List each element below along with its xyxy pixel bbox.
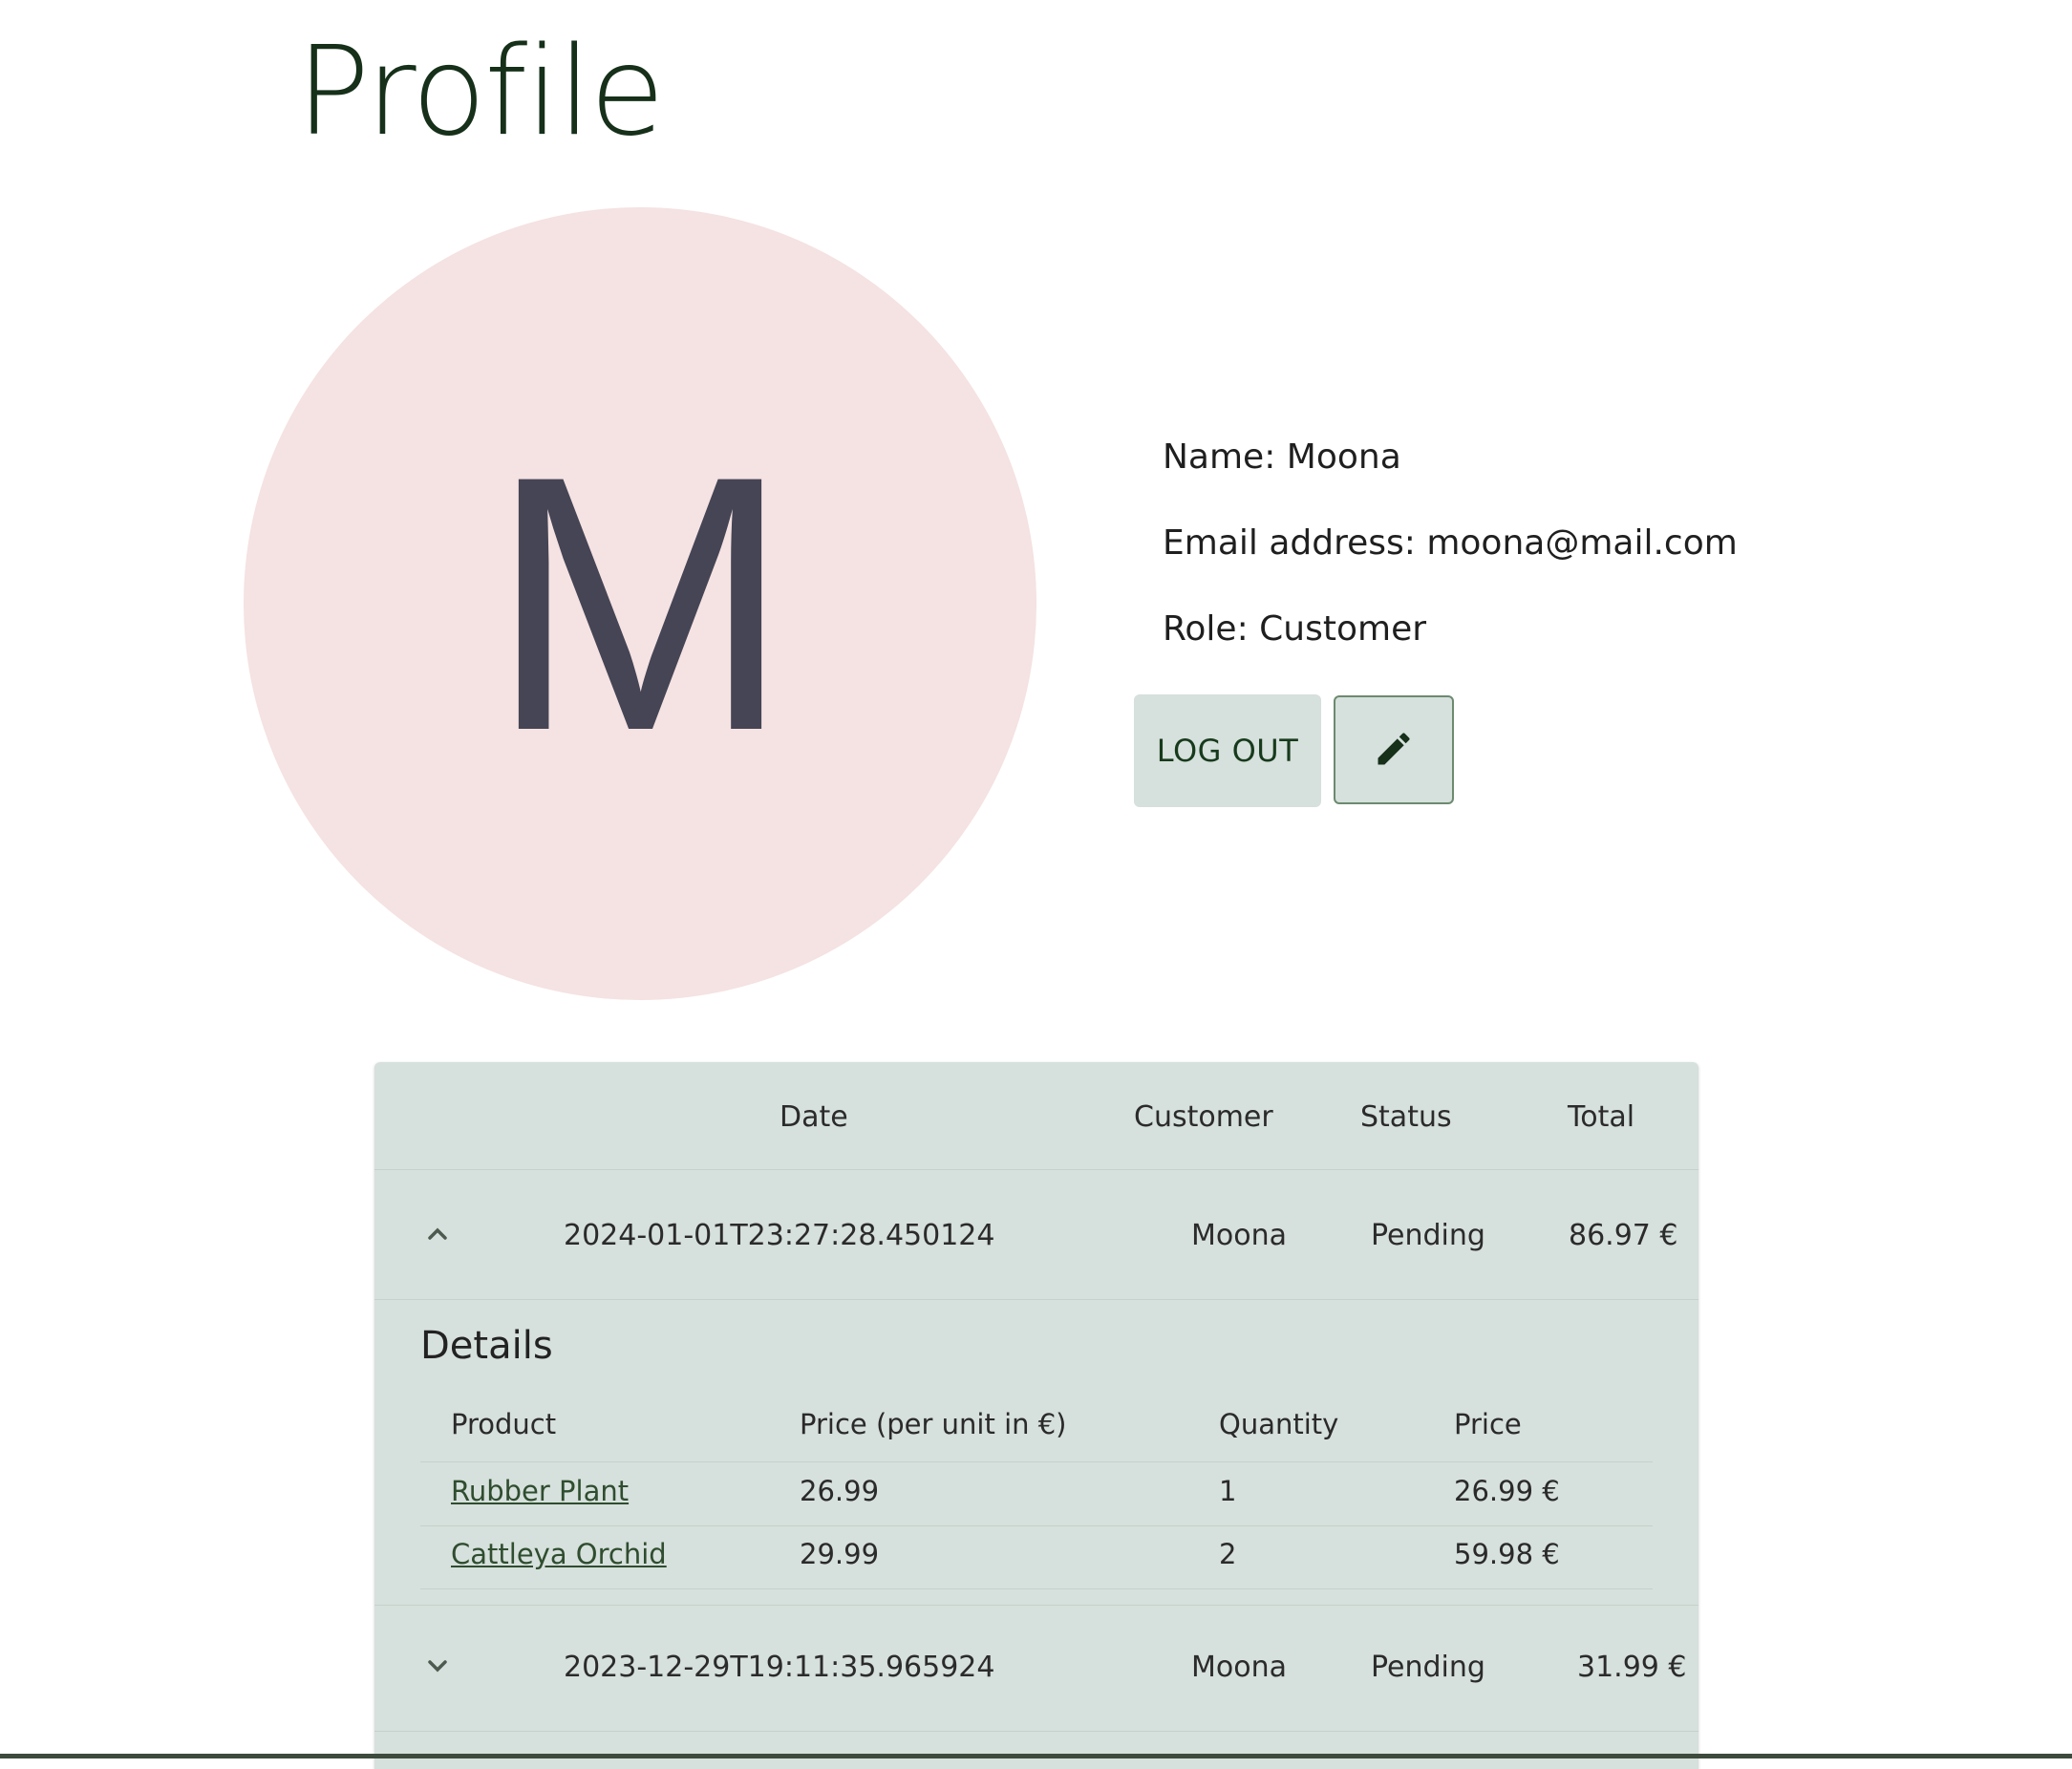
- profile-email: Email address: moona@mail.com: [1163, 523, 1738, 563]
- quantity: 2: [1219, 1538, 1237, 1570]
- window-bottom-edge: [0, 1754, 2072, 1758]
- edit-profile-button[interactable]: [1334, 695, 1454, 804]
- details-header-quantity: Quantity: [1219, 1408, 1339, 1440]
- column-header-date[interactable]: Date: [780, 1100, 848, 1134]
- profile-role: Role: Customer: [1163, 609, 1427, 649]
- quantity: 1: [1219, 1475, 1237, 1507]
- order-total: 31.99 €: [1577, 1651, 1687, 1684]
- column-header-total[interactable]: Total: [1568, 1100, 1634, 1134]
- details-title: Details: [420, 1324, 553, 1368]
- orders-table: Date Customer Status Total 2024-01-01T23…: [374, 1062, 1698, 1769]
- chevron-up-icon[interactable]: [422, 1219, 453, 1249]
- product-link[interactable]: Cattleya Orchid: [451, 1538, 667, 1570]
- pencil-icon: [1373, 728, 1415, 773]
- order-status: Pending: [1371, 1219, 1485, 1252]
- order-customer: Moona: [1191, 1651, 1287, 1684]
- order-total: 86.97 €: [1569, 1219, 1678, 1252]
- profile-name: Name: Moona: [1163, 437, 1401, 477]
- column-header-status[interactable]: Status: [1360, 1100, 1452, 1134]
- page-title: Profile: [296, 21, 665, 163]
- details-header-price: Price: [1454, 1408, 1522, 1440]
- logout-button[interactable]: LOG OUT: [1134, 694, 1321, 807]
- line-price: 26.99 €: [1454, 1475, 1560, 1507]
- order-customer: Moona: [1191, 1219, 1287, 1252]
- product-link[interactable]: Rubber Plant: [451, 1475, 629, 1507]
- order-date: 2023-12-29T19:11:35.965924: [564, 1651, 995, 1684]
- avatar-initial: M: [488, 400, 792, 806]
- unit-price: 26.99: [800, 1475, 880, 1507]
- chevron-down-icon[interactable]: [422, 1651, 453, 1681]
- order-date: 2024-01-01T23:27:28.450124: [564, 1219, 995, 1252]
- column-header-customer[interactable]: Customer: [1134, 1100, 1273, 1134]
- unit-price: 29.99: [800, 1538, 880, 1570]
- avatar: M: [244, 207, 1036, 1000]
- line-price: 59.98 €: [1454, 1538, 1560, 1570]
- details-header-unit-price: Price (per unit in €): [800, 1408, 1067, 1440]
- details-header-product: Product: [451, 1408, 557, 1440]
- order-status: Pending: [1371, 1651, 1485, 1684]
